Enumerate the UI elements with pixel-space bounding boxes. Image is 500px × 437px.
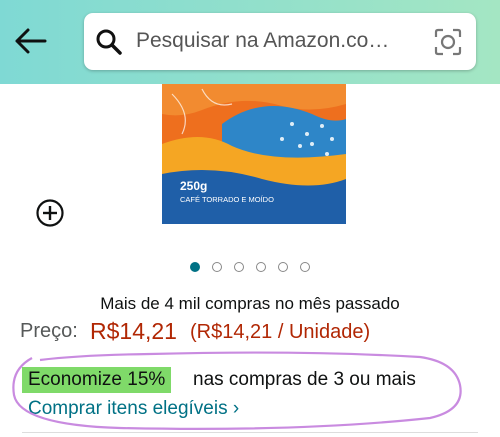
- zoom-plus-icon[interactable]: [35, 198, 65, 228]
- carousel-dot[interactable]: [234, 262, 244, 272]
- product-image[interactable]: 250g CAFÉ TORRADO E MOÍDO: [162, 84, 346, 224]
- eligible-items-link[interactable]: Comprar itens elegíveis ›: [28, 398, 239, 420]
- image-carousel-dots: [0, 262, 500, 276]
- search-box[interactable]: Pesquisar na Amazon.co…: [84, 13, 476, 70]
- search-icon: [96, 29, 122, 55]
- carousel-dot[interactable]: [190, 262, 200, 272]
- package-weight: 250g: [180, 179, 207, 193]
- carousel-dot[interactable]: [278, 262, 288, 272]
- price: R$14,21: [90, 318, 177, 344]
- carousel-dot[interactable]: [300, 262, 310, 272]
- back-arrow-icon[interactable]: [14, 26, 48, 56]
- discount-badge: Economize 15%: [22, 367, 172, 393]
- search-input[interactable]: Pesquisar na Amazon.co…: [136, 29, 412, 53]
- divider: [22, 432, 478, 433]
- price-label: Preço:: [20, 320, 78, 342]
- promo-text: nas compras de 3 ou mais: [193, 369, 416, 390]
- unit-price: (R$14,21 / Unidade): [190, 321, 371, 343]
- carousel-dot[interactable]: [212, 262, 222, 272]
- top-bar: Pesquisar na Amazon.co…: [0, 0, 500, 84]
- purchase-count-text: Mais de 4 mil compras no mês passado: [100, 294, 400, 313]
- carousel-dot[interactable]: [256, 262, 266, 272]
- camera-search-icon[interactable]: [434, 28, 462, 56]
- package-description: CAFÉ TORRADO E MOÍDO: [180, 195, 274, 204]
